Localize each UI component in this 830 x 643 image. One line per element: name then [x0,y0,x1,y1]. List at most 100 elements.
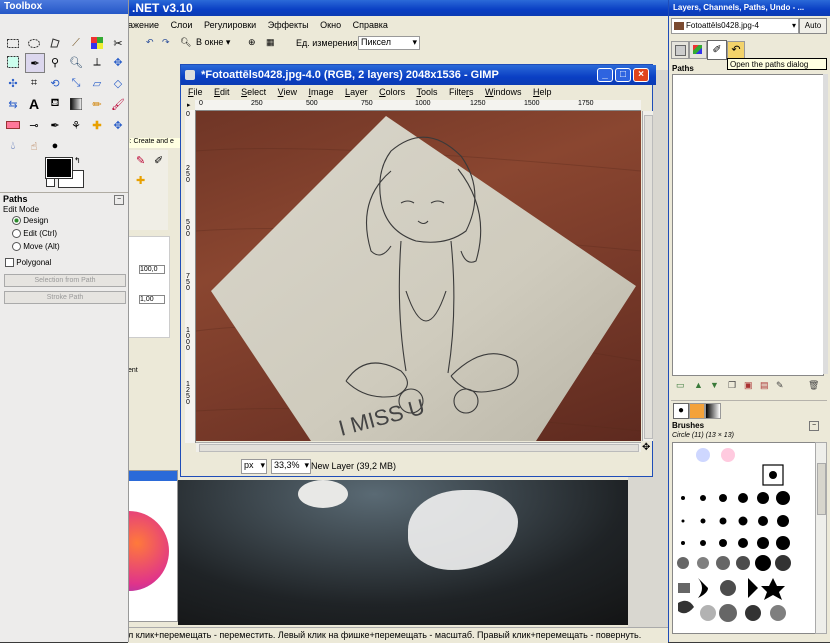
shear-icon[interactable]: ▱ [88,74,106,92]
scroll-thumb[interactable] [644,115,653,439]
close-button[interactable]: × [633,68,649,82]
pattern-icon[interactable]: ✚ [136,174,145,187]
paintnet-menu-effects[interactable]: Эффекты [268,20,309,30]
foreground-color-swatch[interactable] [45,157,73,179]
paths-list[interactable] [672,74,824,376]
fill-tool-icon[interactable]: ✐ [154,154,163,167]
fuzzy-select-icon[interactable]: ⟋ [67,34,85,52]
crop-icon[interactable]: ⌗ [25,74,43,92]
tab-paths[interactable]: ✐ [707,40,727,60]
rect-select-icon[interactable] [4,34,22,52]
scale-icon[interactable]: ⤡ [67,74,85,92]
flip-icon[interactable]: ⇆ [4,95,22,113]
free-select-icon[interactable] [46,34,64,52]
navigate-icon[interactable]: ✥ [642,442,650,453]
mode-edit-radio[interactable]: Edit (Ctrl) [12,229,57,239]
reset-colors-icon[interactable] [46,178,55,187]
horizontal-scrollbar[interactable] [196,442,641,452]
eraser-icon[interactable] [4,116,22,134]
swap-colors-icon[interactable]: ↰ [74,156,81,165]
unit-select[interactable]: px ▾ [241,459,267,474]
polygonal-checkbox[interactable]: Polygonal [5,258,51,268]
tab-brushes[interactable]: ● [673,403,689,419]
align-icon[interactable]: ✣ [4,74,22,92]
menu-colors[interactable]: Colors [379,87,405,97]
menu-view[interactable]: View [278,87,297,97]
zoom-in-icon[interactable]: ⊕ [248,37,256,48]
menu-file[interactable]: File [188,87,203,97]
raise-path-icon[interactable]: ▲ [694,380,703,390]
paintbrush-icon[interactable]: 🖌︎ [109,95,127,113]
minimize-button[interactable]: _ [597,68,613,82]
redo-icon[interactable]: ↷ [162,37,170,48]
menu-windows[interactable]: Windows [485,87,522,97]
tab-undo[interactable]: ↶ [727,41,745,59]
val1-field[interactable]: 100,0 [139,265,165,274]
brush-scrollbar[interactable] [815,442,827,634]
airbrush-icon[interactable]: ⊸ [25,116,43,134]
grid-icon[interactable]: ▦ [266,37,275,48]
lower-path-icon[interactable]: ▼ [710,380,719,390]
zoom-tool-icon[interactable]: 🔍︎ [67,53,85,71]
ellipse-select-icon[interactable] [25,34,43,52]
tab-patterns[interactable] [689,403,705,419]
brushes-close-icon[interactable]: − [809,421,819,431]
delete-path-icon[interactable]: 🗑︎ [808,380,819,391]
undo-icon[interactable]: ↶ [146,37,154,48]
view-select[interactable]: В окне ▾ [196,37,244,48]
pencil-icon[interactable]: ✏ [88,95,106,113]
menu-layer[interactable]: Layer [345,87,368,97]
color-picker-icon[interactable]: ⚲ [46,53,64,71]
blur-icon[interactable]: 💧︎ [4,137,22,155]
dock-scrollbar[interactable] [823,74,828,374]
menu-edit[interactable]: Edit [214,87,230,97]
auto-button[interactable]: Auto [799,18,827,34]
scroll-thumb[interactable] [817,463,826,515]
paintnet-menu-window[interactable]: Окно [320,20,341,30]
new-path-icon[interactable]: ▭ [676,380,685,391]
foreground-select-icon[interactable] [4,53,22,71]
move-tool-icon[interactable]: ✥ [109,53,127,71]
scissors-icon[interactable]: ✂ [109,34,127,52]
stroke-path-icon[interactable]: ✎ [776,380,784,391]
scroll-thumb[interactable] [199,444,639,452]
image-select[interactable]: Fotoattēls0428.jpg-4 ▾ [671,18,799,34]
text-tool-icon[interactable]: A [25,95,43,113]
ruler-vertical[interactable]: 0 2 5 0 5 0 0 7 5 0 1 0 0 0 1 2 5 0 [185,110,196,443]
paintnet-menu-layers[interactable]: Слои [171,20,193,30]
mode-move-radio[interactable]: Move (Alt) [12,242,60,252]
menu-arrow-icon[interactable]: ▸ [187,101,195,109]
measure-icon[interactable]: ⟂ [88,53,106,71]
units-select[interactable]: Пиксел ▾ [358,36,420,50]
color-select-icon[interactable] [88,34,106,52]
zoom-icon[interactable]: 🔍︎ [180,37,191,48]
val2-field[interactable]: 1,00 [139,295,165,304]
clone-icon[interactable]: ⚘ [67,116,85,134]
ink-icon[interactable]: ✒ [46,116,64,134]
paintnet-menu-help[interactable]: Справка [353,20,388,30]
bucket-fill-icon[interactable]: ⛾ [46,95,64,113]
zoom-select[interactable]: 33,3% ▾ [271,459,311,474]
selection-to-path-icon[interactable]: ▤ [760,380,769,391]
paintnet-menu-image[interactable]: ажение [128,20,159,30]
selection-from-path-button[interactable]: Selection from Path [4,274,126,287]
tab-layers[interactable] [671,41,689,59]
tab-gradients[interactable] [705,403,721,419]
dodge-burn-icon[interactable]: ● [46,137,64,155]
vertical-scrollbar[interactable] [642,111,653,441]
paths-tool-icon[interactable]: ✒ [25,53,45,73]
menu-tools[interactable]: Tools [416,87,437,97]
duplicate-path-icon[interactable]: ❐ [728,380,736,391]
perspective-icon[interactable]: ◇ [109,74,127,92]
tab-channels[interactable] [689,41,707,59]
brush-grid[interactable] [672,442,816,634]
menu-select[interactable]: Select [241,87,266,97]
perspective-clone-icon[interactable]: ✥ [109,116,127,134]
brush-tool-icon[interactable]: ✎ [136,154,145,167]
menu-image[interactable]: Image [309,87,334,97]
menu-help[interactable]: Help [533,87,552,97]
maximize-button[interactable]: □ [615,68,631,82]
close-options-icon[interactable]: − [114,195,124,205]
image-canvas[interactable]: I MISS U [196,111,641,441]
ruler-horizontal[interactable]: 0 250 500 750 1000 1250 1500 1750 [195,100,641,111]
